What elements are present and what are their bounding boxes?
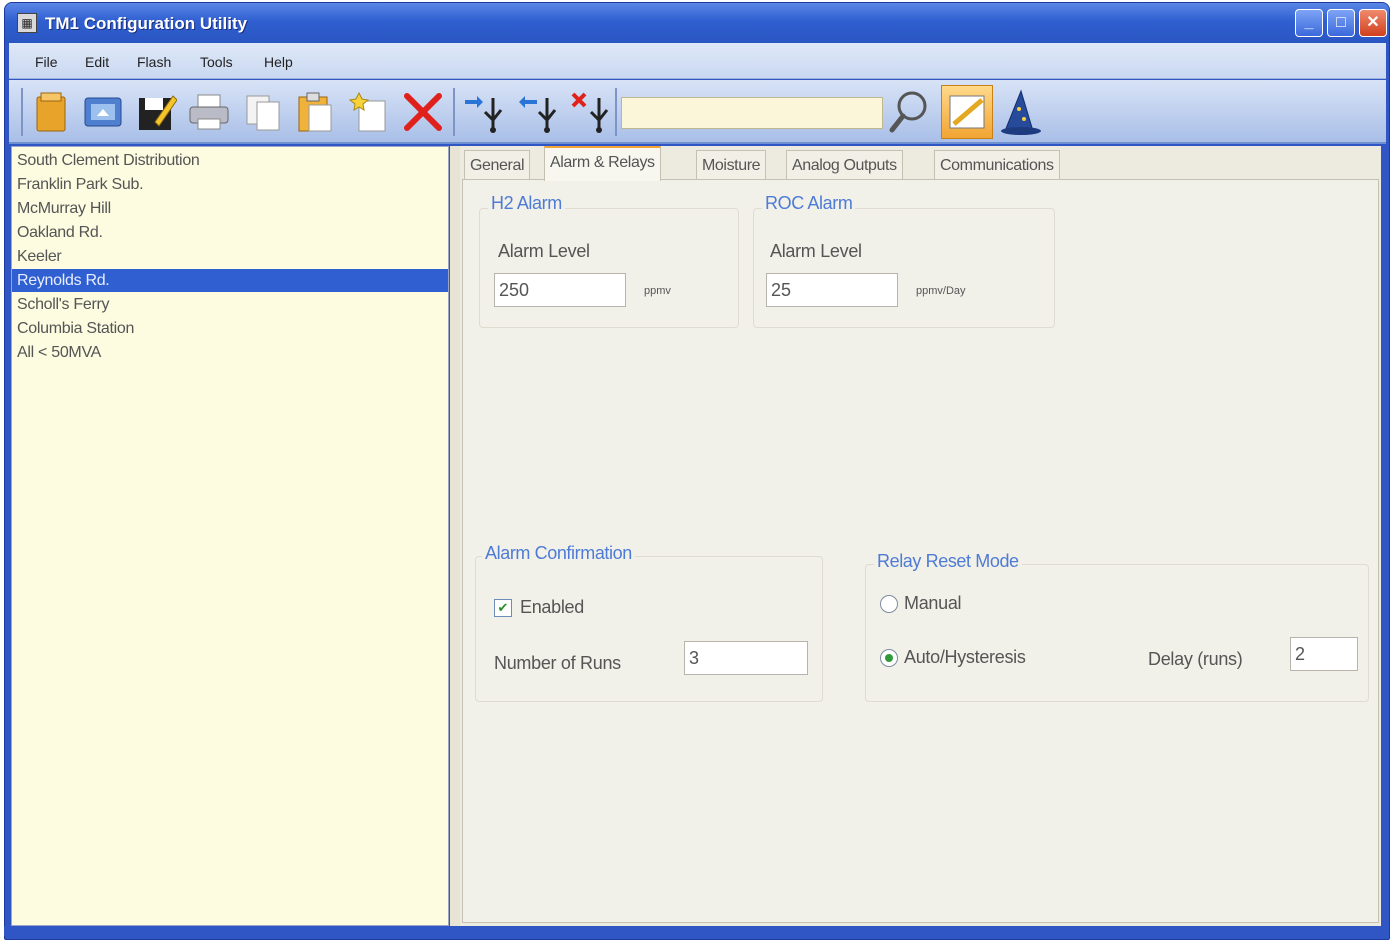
search-button[interactable] <box>887 90 931 134</box>
usb-disconnect-button[interactable] <box>569 90 613 134</box>
number-of-runs-field[interactable]: 3 <box>684 641 808 675</box>
menu-help[interactable]: Help <box>264 54 293 70</box>
new-item-icon <box>349 91 386 132</box>
toolbar-separator <box>453 88 455 136</box>
usb-send-icon <box>465 96 503 133</box>
new-item-button[interactable] <box>347 90 391 134</box>
list-item[interactable]: Columbia Station <box>12 317 448 340</box>
close-button[interactable]: ✕ <box>1359 9 1387 37</box>
copy-icon <box>246 95 280 131</box>
title-bar[interactable]: ▦ TM1 Configuration Utility _ □ ✕ <box>5 3 1389 43</box>
maximize-button[interactable]: □ <box>1327 9 1355 37</box>
open-file-icon <box>36 92 66 132</box>
window-bottom-border <box>4 926 1381 936</box>
usb-receive-button[interactable] <box>517 90 561 134</box>
app-icon[interactable]: ▦ <box>17 13 37 33</box>
h2-alarm-level-field[interactable]: 250 <box>494 273 626 307</box>
copy-button[interactable] <box>241 90 285 134</box>
open-button[interactable] <box>29 90 73 134</box>
panel-splitter[interactable] <box>450 146 460 926</box>
delete-button[interactable] <box>401 90 445 134</box>
minimize-button[interactable]: _ <box>1295 9 1323 37</box>
tab-content: H2 Alarm Alarm Level 250 ppmv ROC Alarm … <box>462 179 1379 923</box>
checkmark-icon: ✔ <box>497 600 509 615</box>
network-icon <box>84 97 122 127</box>
minimize-icon: _ <box>1304 14 1314 31</box>
enabled-checkbox[interactable]: ✔ <box>494 599 512 617</box>
auto-hysteresis-label: Auto/Hysteresis <box>904 647 1026 667</box>
edit-active-icon <box>949 95 985 129</box>
h2-alarm-group: H2 Alarm Alarm Level 250 ppmv <box>479 193 739 328</box>
tab-communications[interactable]: Communications <box>934 150 1060 180</box>
delay-runs-label: Delay (runs) <box>1148 649 1243 669</box>
search-input[interactable] <box>621 97 883 129</box>
toolbar-separator <box>615 88 617 136</box>
usb-send-button[interactable] <box>463 90 507 134</box>
save-icon <box>139 95 177 130</box>
roc-alarm-group: ROC Alarm Alarm Level 25 ppmv/Day <box>753 193 1055 328</box>
settings-panel: General Alarm & Relays Moisture Analog O… <box>460 146 1381 926</box>
alarm-confirmation-title: Alarm Confirmation <box>482 543 635 564</box>
auto-hysteresis-radio[interactable] <box>880 649 898 667</box>
roc-alarm-unit: ppmv/Day <box>916 285 966 297</box>
list-item[interactable]: All < 50MVA <box>12 341 448 364</box>
roc-alarm-level-field[interactable]: 25 <box>766 273 898 307</box>
list-item[interactable]: Oakland Rd. <box>12 221 448 244</box>
print-icon <box>189 94 229 130</box>
list-item-selected[interactable]: Reynolds Rd. <box>12 269 448 292</box>
wizard-icon <box>1001 89 1041 135</box>
enabled-label: Enabled <box>520 597 584 617</box>
menu-flash[interactable]: Flash <box>137 54 171 70</box>
search-icon <box>889 91 927 133</box>
list-item[interactable]: Scholl's Ferry <box>12 293 448 316</box>
relay-reset-title: Relay Reset Mode <box>874 551 1022 572</box>
edit-active-button[interactable] <box>941 85 993 139</box>
manual-radio[interactable] <box>880 595 898 613</box>
paste-button[interactable] <box>293 90 337 134</box>
delay-runs-field[interactable]: 2 <box>1290 637 1358 671</box>
toolbar-separator <box>21 88 23 136</box>
wizard-button[interactable] <box>999 89 1043 135</box>
list-item[interactable]: McMurray Hill <box>12 197 448 220</box>
delete-icon <box>404 93 442 131</box>
toolbar <box>9 80 1386 144</box>
usb-disconnect-icon <box>571 92 609 133</box>
manual-label: Manual <box>904 593 962 613</box>
alarm-confirmation-group: Alarm Confirmation ✔ Enabled Number of R… <box>475 543 823 702</box>
save-button[interactable] <box>135 90 179 134</box>
list-item[interactable]: Keeler <box>12 245 448 268</box>
h2-alarm-unit: ppmv <box>644 285 671 297</box>
menu-bar: File Edit Flash Tools Help <box>9 43 1386 79</box>
tab-moisture[interactable]: Moisture <box>696 150 767 180</box>
window-title: TM1 Configuration Utility <box>45 14 248 33</box>
h2-alarm-title: H2 Alarm <box>488 193 565 214</box>
menu-tools[interactable]: Tools <box>200 54 233 70</box>
paste-icon <box>298 92 332 132</box>
h2-alarm-level-label: Alarm Level <box>498 241 590 261</box>
menu-file[interactable]: File <box>35 54 58 70</box>
maximize-icon: □ <box>1336 14 1346 31</box>
relay-reset-group: Relay Reset Mode Manual Auto/Hysteresis … <box>865 551 1369 702</box>
menu-edit[interactable]: Edit <box>85 54 109 70</box>
tab-analog-outputs[interactable]: Analog Outputs <box>786 150 903 180</box>
site-list[interactable]: South Clement Distribution Franklin Park… <box>11 146 449 926</box>
tab-general[interactable]: General <box>464 150 531 180</box>
list-item[interactable]: Franklin Park Sub. <box>12 173 448 196</box>
roc-alarm-title: ROC Alarm <box>762 193 856 214</box>
list-item[interactable]: South Clement Distribution <box>12 149 448 172</box>
close-icon: ✕ <box>1366 14 1380 31</box>
print-button[interactable] <box>187 90 231 134</box>
usb-receive-icon <box>519 96 557 133</box>
network-button[interactable] <box>81 90 125 134</box>
tab-alarm-relays[interactable]: Alarm & Relays <box>544 146 661 181</box>
roc-alarm-level-label: Alarm Level <box>770 241 862 261</box>
number-of-runs-label: Number of Runs <box>494 653 621 673</box>
